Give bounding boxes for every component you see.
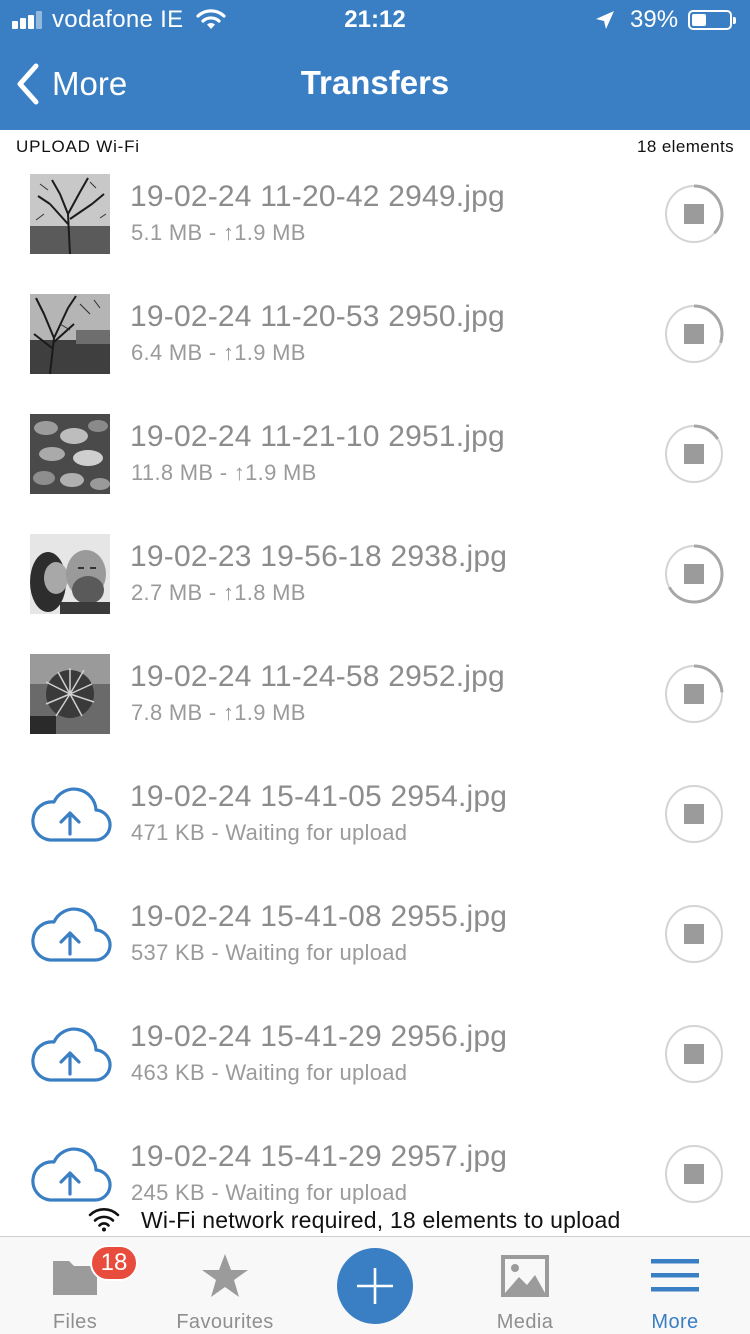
tab-label: Favourites — [176, 1311, 274, 1333]
back-button-label: More — [52, 65, 128, 102]
chevron-left-icon — [17, 63, 39, 105]
battery-percentage: 39% — [630, 6, 679, 33]
transfer-row[interactable]: 19-02-24 15-41-08 2955.jpg 537 KB - Wait… — [0, 884, 750, 1004]
back-button[interactable]: More — [14, 60, 127, 108]
transfer-row[interactable]: 19-02-24 15-41-05 2954.jpg 471 KB - Wait… — [0, 764, 750, 884]
element-count: 18 elements — [636, 137, 734, 156]
location-arrow-icon — [596, 11, 614, 29]
section-title: UPLOAD Wi-Fi — [16, 137, 140, 156]
section-header: UPLOAD Wi-Fi 18 elements — [0, 130, 750, 164]
tab-label: Files — [52, 1311, 98, 1333]
transfer-row[interactable]: 19-02-24 15-41-29 2956.jpg 463 KB - Wait… — [0, 1004, 750, 1124]
tab-more[interactable]: More — [600, 1237, 750, 1334]
transfer-row[interactable]: 19-02-24 11-20-42 2949.jpg 5.1 MB - ↑1.9… — [0, 164, 750, 284]
transfer-row[interactable]: 19-02-24 11-21-10 2951.jpg 11.8 MB - ↑1.… — [0, 404, 750, 524]
file-size-progress: 6.4 MB - ↑1.9 MB — [131, 340, 306, 365]
add-button[interactable] — [337, 1248, 413, 1324]
cloud-upload-icon — [31, 1147, 112, 1202]
wifi-required-notice: Wi-Fi network required, 18 elements to u… — [0, 1204, 750, 1236]
battery-icon — [688, 10, 736, 30]
tab-favourites[interactable]: Favourites — [150, 1237, 300, 1334]
stop-transfer-button[interactable] — [664, 784, 724, 844]
file-size-progress: 7.8 MB - ↑1.9 MB — [131, 700, 306, 725]
file-size-status: 463 KB - Waiting for upload — [131, 1060, 408, 1085]
status-bar: vodafone IE 21:12 39% — [0, 0, 750, 40]
transfer-row[interactable]: 19-02-24 11-24-58 2952.jpg 7.8 MB - ↑1.9… — [0, 644, 750, 764]
wifi-icon — [88, 1208, 120, 1232]
file-size-status: 245 KB - Waiting for upload — [131, 1180, 408, 1205]
tab-files[interactable]: 18 Files — [0, 1237, 150, 1334]
cloud-upload-icon — [31, 1027, 112, 1082]
tab-label: More — [651, 1311, 699, 1333]
cloud-upload-icon — [31, 787, 112, 842]
photo-thumbnail — [30, 414, 110, 494]
tab-label: Media — [496, 1311, 554, 1333]
cloud-upload-icon — [31, 907, 112, 962]
file-size-progress: 11.8 MB - ↑1.9 MB — [131, 460, 317, 485]
notice-text: Wi-Fi network required, 18 elements to u… — [141, 1207, 621, 1233]
file-name: 19-02-23 19-56-18 2938.jpg — [130, 540, 508, 573]
file-name: 19-02-24 11-21-10 2951.jpg — [130, 420, 505, 453]
stop-transfer-button[interactable] — [664, 1144, 724, 1204]
file-name: 19-02-24 15-41-29 2956.jpg — [130, 1020, 508, 1053]
tab-media[interactable]: Media — [450, 1237, 600, 1334]
file-name: 19-02-24 11-20-53 2950.jpg — [130, 300, 505, 333]
file-size-progress: 2.7 MB - ↑1.8 MB — [131, 580, 306, 605]
image-icon — [501, 1255, 549, 1297]
file-name: 19-02-24 11-20-42 2949.jpg — [130, 180, 505, 213]
stop-transfer-button[interactable] — [664, 1024, 724, 1084]
star-icon — [202, 1254, 248, 1297]
stop-transfer-button[interactable] — [664, 184, 724, 244]
transfer-row[interactable]: 19-02-23 19-56-18 2938.jpg 2.7 MB - ↑1.8… — [0, 524, 750, 644]
stop-transfer-button[interactable] — [664, 304, 724, 364]
stop-transfer-button[interactable] — [664, 904, 724, 964]
stop-transfer-button[interactable] — [664, 424, 724, 484]
file-size-status: 471 KB - Waiting for upload — [131, 820, 408, 845]
file-size-status: 537 KB - Waiting for upload — [131, 940, 408, 965]
photo-thumbnail — [30, 654, 110, 734]
file-name: 19-02-24 15-41-05 2954.jpg — [130, 780, 508, 813]
stop-transfer-button[interactable] — [664, 664, 724, 724]
file-name: 19-02-24 15-41-29 2957.jpg — [130, 1140, 508, 1173]
photo-thumbnail — [30, 294, 110, 374]
photo-thumbnail — [30, 534, 110, 614]
file-name: 19-02-24 15-41-08 2955.jpg — [130, 900, 508, 933]
transfer-list[interactable]: 19-02-24 11-20-42 2949.jpg 5.1 MB - ↑1.9… — [0, 164, 750, 1236]
plus-icon — [357, 1268, 393, 1304]
stop-transfer-button[interactable] — [664, 544, 724, 604]
top-bar: vodafone IE 21:12 39% More Transfers — [0, 0, 750, 130]
menu-icon — [651, 1259, 699, 1292]
photo-thumbnail — [30, 174, 110, 254]
transfer-row[interactable]: 19-02-24 11-20-53 2950.jpg 6.4 MB - ↑1.9… — [0, 284, 750, 404]
file-size-progress: 5.1 MB - ↑1.9 MB — [131, 220, 306, 245]
file-name: 19-02-24 11-24-58 2952.jpg — [130, 660, 505, 693]
files-badge: 18 — [90, 1245, 138, 1281]
